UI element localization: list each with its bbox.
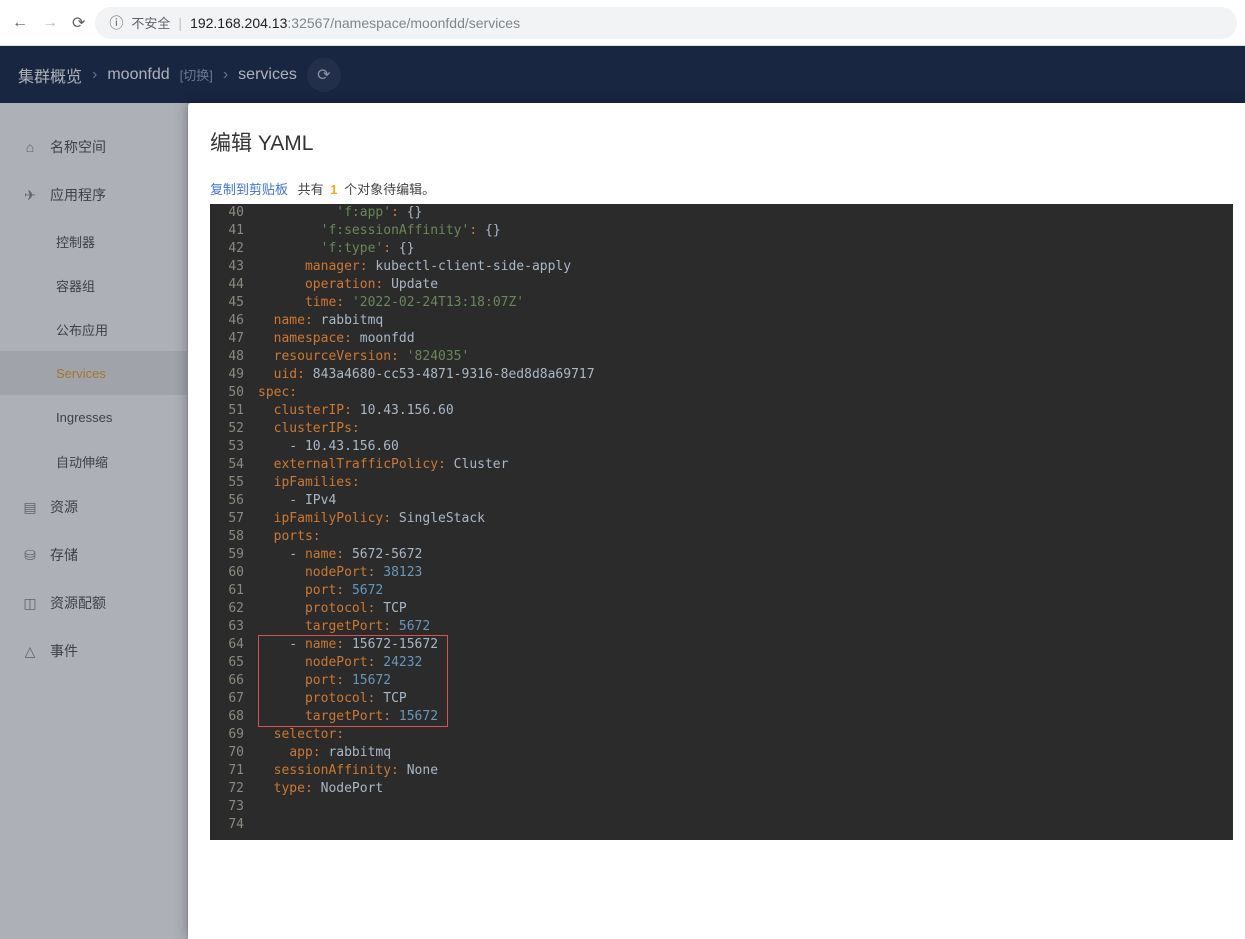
- object-count: 1: [330, 182, 337, 197]
- security-label: 不安全: [131, 13, 170, 32]
- copy-to-clipboard[interactable]: 复制到剪贴板: [210, 182, 288, 197]
- yaml-editor[interactable]: 4041424344454647484950515253545556575859…: [210, 204, 1233, 840]
- nav-reload-icon[interactable]: ⟳: [72, 13, 85, 33]
- yaml-edit-modal: 编辑 YAML 复制到剪贴板 共有 1 个对象待编辑。 404142434445…: [188, 103, 1245, 939]
- url-text: 192.168.204.13:32567/namespace/moonfdd/s…: [190, 15, 520, 31]
- modal-toolbar: 复制到剪贴板 共有 1 个对象待编辑。: [210, 179, 1245, 198]
- modal-title: 编辑 YAML: [210, 127, 1245, 157]
- browser-toolbar: ← → ⟳ ⓘ 不安全 | 192.168.204.13:32567/names…: [0, 0, 1245, 46]
- address-bar[interactable]: ⓘ 不安全 | 192.168.204.13:32567/namespace/m…: [95, 7, 1237, 39]
- nav-back-icon[interactable]: ←: [12, 14, 28, 32]
- info-icon: ⓘ: [109, 13, 123, 33]
- nav-forward-icon[interactable]: →: [42, 14, 58, 32]
